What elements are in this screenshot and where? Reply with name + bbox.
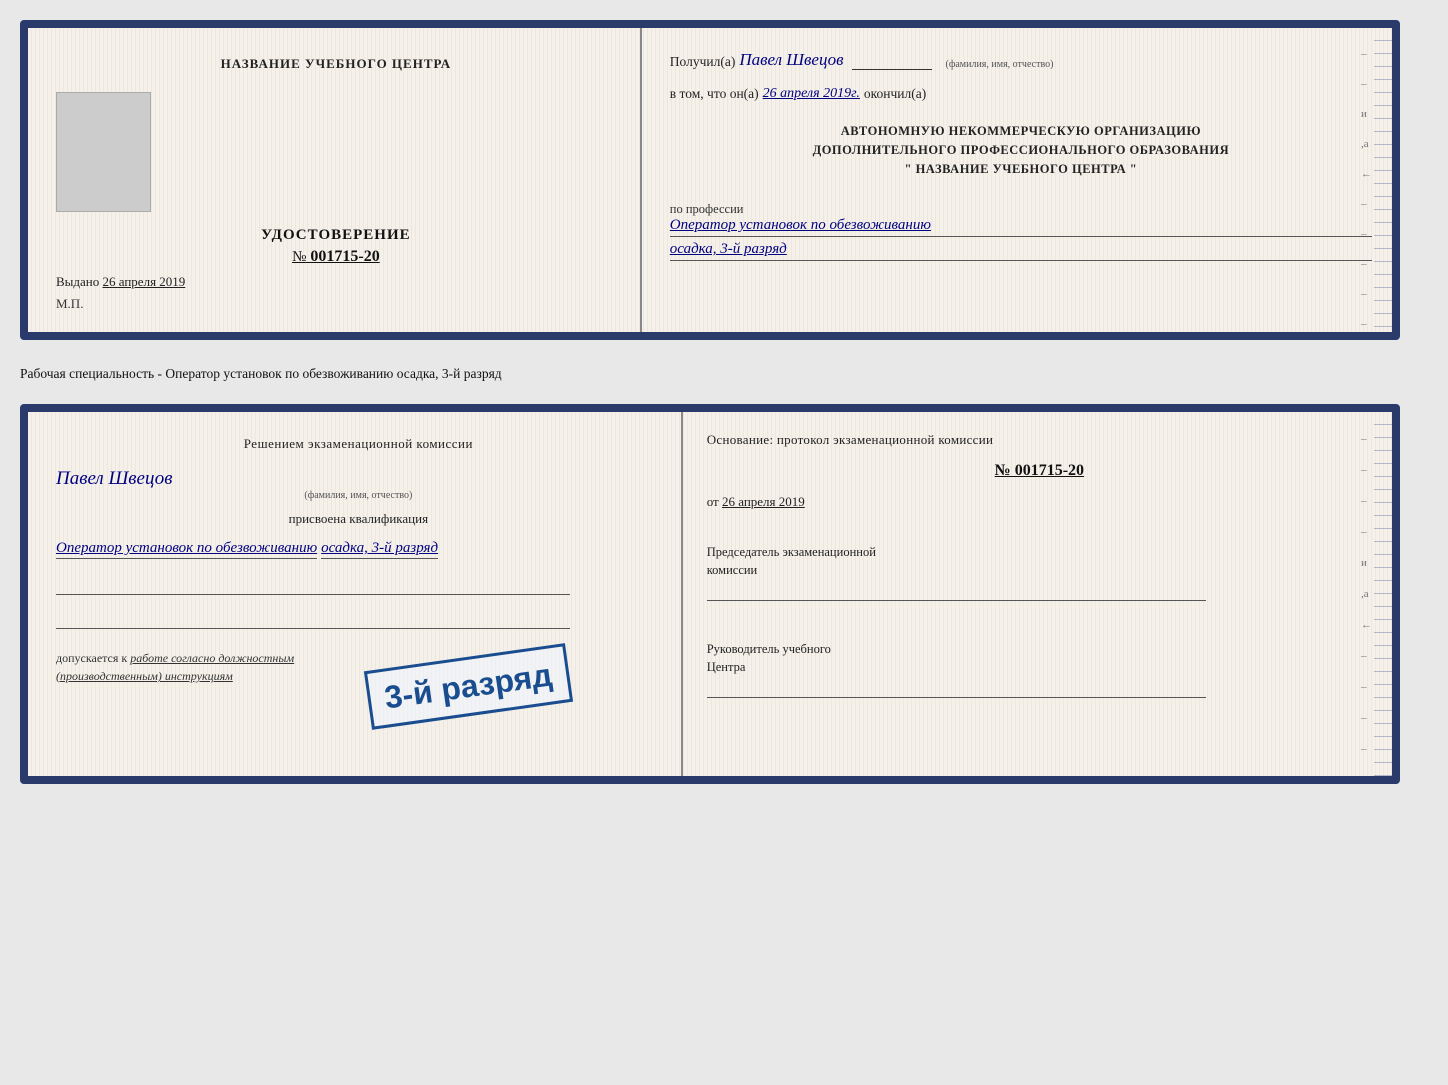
issued-date: 26 апреля 2019 [103, 274, 186, 289]
separator-text: Рабочая специальность - Оператор установ… [20, 358, 1400, 386]
document-card-1: НАЗВАНИЕ УЧЕБНОГО ЦЕНТРА УДОСТОВЕРЕНИЕ №… [20, 20, 1400, 340]
cert-number-prefix: № [292, 249, 306, 265]
received-label: Получил(а) [670, 54, 736, 70]
fio-label-1: (фамилия, имя, отчество) [946, 59, 1054, 70]
issued-label: Выдано [56, 274, 99, 289]
admission-text: допускается к работе согласно должностны… [56, 649, 661, 685]
by-profession-label: по профессии [670, 202, 1372, 217]
qualification-label: присвоена квалификация [56, 511, 661, 527]
chairman-sig-line [707, 583, 1206, 601]
basis-date-prefix: от [707, 494, 719, 509]
mp-label: М.П. [56, 296, 83, 312]
qualification-value: Оператор установок по обезвоживанию [56, 540, 317, 559]
doc1-center-name: НАЗВАНИЕ УЧЕБНОГО ЦЕНТРА [221, 56, 452, 72]
basis-text: Основание: протокол экзаменационной коми… [707, 432, 1372, 448]
org-line2: ДОПОЛНИТЕЛЬНОГО ПРОФЕССИОНАЛЬНОГО ОБРАЗО… [670, 141, 1372, 160]
basis-date-value: 26 апреля 2019 [722, 494, 805, 509]
date-value: 26 апреля 2019г. [763, 86, 860, 102]
basis-date: от 26 апреля 2019 [707, 494, 1372, 510]
cert-number-value: 001715-20 [310, 248, 379, 265]
finished-label: окончил(а) [864, 86, 926, 102]
issued-line: Выдано 26 апреля 2019 [56, 274, 185, 290]
doc1-right: Получил(а) Павел Швецов (фамилия, имя, о… [642, 28, 1392, 332]
doc1-photo [56, 92, 151, 212]
head-label: Руководитель учебного Центра [707, 641, 1372, 676]
doc2-right: Основание: протокол экзаменационной коми… [683, 412, 1392, 776]
admission-italic: работе согласно должностным [130, 651, 294, 665]
chairman-text: Председатель экзаменационной комиссии [707, 545, 876, 577]
chairman-label: Председатель экзаменационной комиссии [707, 544, 1372, 579]
basis-number: № 001715-20 [707, 462, 1372, 480]
sig-line-2 [56, 607, 570, 629]
page-container: НАЗВАНИЕ УЧЕБНОГО ЦЕНТРА УДОСТОВЕРЕНИЕ №… [20, 20, 1428, 784]
profession-value2: осадка, 3-й разряд [670, 241, 1372, 261]
doc1-cert-number: № 001715-20 [292, 248, 380, 266]
recipient-line: Получил(а) Павел Швецов (фамилия, имя, о… [670, 50, 1372, 70]
admission-label: допускается к [56, 651, 127, 665]
fio-label-2: (фамилия, имя, отчество) [56, 490, 661, 501]
profession-value: Оператор установок по обезвоживанию [670, 217, 1372, 237]
document-card-2: Решением экзаменационной комиссии Павел … [20, 404, 1400, 784]
signature-lines [56, 573, 661, 629]
decision-title: Решением экзаменационной комиссии [56, 436, 661, 452]
decorative-dashes: – – и ,а ← – – – – – [1361, 28, 1372, 332]
name-underline [852, 69, 932, 70]
person-name: Павел Швецов [56, 468, 661, 490]
org-line3: " НАЗВАНИЕ УЧЕБНОГО ЦЕНТРА " [670, 160, 1372, 179]
doc1-cert-title: УДОСТОВЕРЕНИЕ [261, 227, 411, 244]
head-text: Руководитель учебного Центра [707, 642, 831, 674]
doc1-left: НАЗВАНИЕ УЧЕБНОГО ЦЕНТРА УДОСТОВЕРЕНИЕ №… [28, 28, 642, 332]
decorative-dashes-2: – – – – и ,а ← – – – – [1361, 412, 1372, 776]
in-that-line: в том, что он(а) 26 апреля 2019г. окончи… [670, 86, 1372, 102]
org-line1: АВТОНОМНУЮ НЕКОММЕРЧЕСКУЮ ОРГАНИЗАЦИЮ [670, 122, 1372, 141]
head-sig-line [707, 680, 1206, 698]
doc2-left: Решением экзаменационной комиссии Павел … [28, 412, 683, 776]
recipient-name: Павел Швецов [739, 50, 843, 70]
admission-italic2: (производственным) инструкциям [56, 669, 233, 683]
separator-wrapper: Рабочая специальность - Оператор установ… [20, 358, 1400, 386]
sig-line-1 [56, 573, 570, 595]
in-that-label: в том, что он(а) [670, 86, 759, 102]
qualification-value2: осадка, 3-й разряд [321, 540, 438, 559]
